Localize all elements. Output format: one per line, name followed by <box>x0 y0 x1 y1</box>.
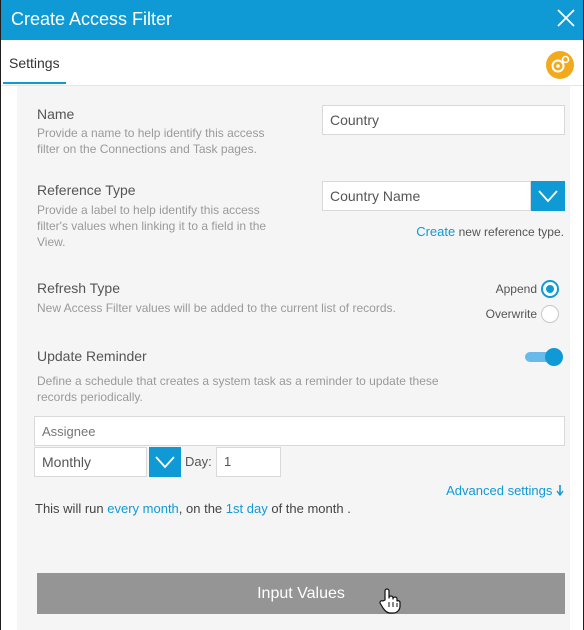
update-reminder-toggle[interactable] <box>525 346 565 368</box>
name-input[interactable]: Country <box>322 105 565 135</box>
summary-frequency-link[interactable]: every month <box>107 501 179 516</box>
reference-type-heading: Reference Type <box>37 182 136 198</box>
refresh-type-description: New Access Filter values will be added t… <box>37 301 396 315</box>
assignee-input[interactable] <box>34 416 565 446</box>
update-reminder-heading: Update Reminder <box>37 348 147 364</box>
advanced-settings-link[interactable]: Advanced settings <box>446 483 564 498</box>
append-label: Append <box>495 282 537 296</box>
gear-icon <box>551 55 570 73</box>
create-reference-type-suffix: new reference type. <box>458 225 564 239</box>
input-values-label: Input Values <box>257 585 345 602</box>
refresh-type-heading: Refresh Type <box>37 280 121 296</box>
reference-type-dropdown-button[interactable] <box>531 181 565 211</box>
arrow-down-icon <box>556 485 564 497</box>
day-input[interactable]: 1 <box>216 447 281 477</box>
chevron-down-icon <box>538 190 558 203</box>
summary-prefix: This will run <box>35 501 104 516</box>
advanced-settings-label: Advanced settings <box>446 483 553 498</box>
name-description-2: filter on the Connections and Task pages… <box>37 142 257 156</box>
settings-panel: Name Provide a name to help identify thi… <box>17 86 570 630</box>
update-reminder-description-2: records periodically. <box>37 390 143 404</box>
overwrite-radio[interactable] <box>541 305 559 323</box>
close-icon[interactable] <box>555 7 577 29</box>
overwrite-label: Overwrite <box>485 307 537 321</box>
settings-button[interactable] <box>546 51 574 79</box>
append-radio[interactable] <box>541 280 559 298</box>
dialog-title: Create Access Filter <box>11 9 173 29</box>
input-values-button[interactable]: Input Values <box>37 573 565 614</box>
dialog-titlebar: Create Access Filter <box>1 0 583 40</box>
name-input-value: Country <box>330 112 380 128</box>
day-label: Day: <box>185 454 212 469</box>
summary-day-link[interactable]: 1st day <box>226 501 268 516</box>
day-value: 1 <box>224 454 232 469</box>
chevron-down-icon <box>155 456 175 469</box>
summary-mid: , on the <box>178 501 223 516</box>
create-access-filter-dialog: Create Access Filter Settings Name Provi… <box>0 0 584 630</box>
create-reference-type-row: Create new reference type. <box>416 224 564 239</box>
tab-settings[interactable]: Settings <box>3 40 66 84</box>
reference-type-select[interactable]: Country Name <box>322 181 531 211</box>
frequency-dropdown-button[interactable] <box>149 447 181 477</box>
name-description-1: Provide a name to help identify this acc… <box>37 126 265 140</box>
reference-type-description-1: Provide a label to help identify this ac… <box>37 203 260 217</box>
reference-type-description-3: View. <box>37 235 66 249</box>
frequency-select[interactable]: Monthly <box>34 447 147 477</box>
create-reference-type-link[interactable]: Create <box>416 224 455 239</box>
toggle-knob <box>545 348 563 366</box>
frequency-selected: Monthly <box>42 454 92 470</box>
schedule-summary: This will run every month, on the 1st da… <box>35 501 351 516</box>
update-reminder-description-1: Define a schedule that creates a system … <box>37 374 439 388</box>
reference-type-selected: Country Name <box>330 188 421 204</box>
summary-suffix: of the month . <box>271 501 351 516</box>
hand-cursor-icon <box>379 588 401 614</box>
tab-bar: Settings <box>1 40 583 86</box>
name-heading: Name <box>37 106 75 122</box>
reference-type-description-2: filter's values when linking it to a fie… <box>37 219 267 233</box>
